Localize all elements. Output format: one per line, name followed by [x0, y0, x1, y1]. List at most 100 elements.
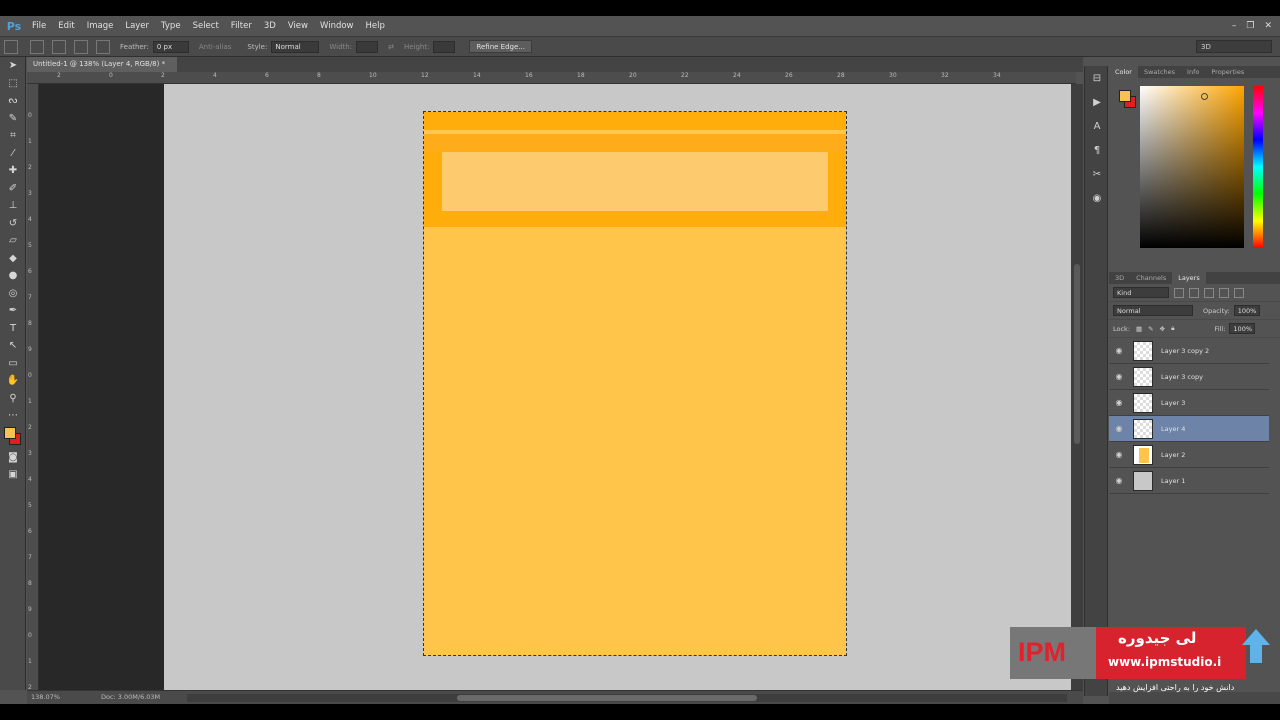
type-tool-icon[interactable]: T [0, 320, 26, 338]
lasso-tool-icon[interactable]: ᔓ [0, 92, 26, 110]
smart-object-filter-icon[interactable] [1234, 287, 1244, 298]
brush-tool-icon[interactable]: ✐ [0, 180, 26, 198]
tab-properties[interactable]: Properties [1205, 66, 1250, 78]
tool-presets-icon[interactable]: ✂ [1085, 162, 1109, 186]
vertical-scrollbar[interactable] [1071, 84, 1083, 690]
width-input[interactable] [356, 40, 379, 53]
tab-info[interactable]: Info [1181, 66, 1205, 78]
menu-layer[interactable]: Layer [121, 16, 157, 36]
lock-all-icon[interactable]: 🔒︎ [1171, 324, 1174, 333]
tab-channels[interactable]: Channels [1130, 272, 1172, 284]
move-tool-icon[interactable]: ➤ [0, 57, 26, 75]
lock-pixels-icon[interactable]: ✎ [1148, 325, 1153, 333]
layer-name[interactable]: Layer 3 [1161, 399, 1185, 407]
zoom-level[interactable]: 138.07% [31, 693, 60, 701]
hand-tool-icon[interactable]: ✋ [0, 372, 26, 390]
tab-layers[interactable]: Layers [1172, 272, 1206, 284]
horizontal-scroll-thumb[interactable] [457, 695, 757, 701]
pen-tool-icon[interactable]: ✒ [0, 302, 26, 320]
hue-slider[interactable] [1253, 86, 1263, 248]
eraser-tool-icon[interactable]: ▱ [0, 232, 26, 250]
layer-name[interactable]: Layer 4 [1161, 425, 1185, 433]
history-panel-icon[interactable]: ⊟ [1085, 66, 1109, 90]
screen-mode-icon[interactable]: ▣ [0, 466, 26, 484]
menu-help[interactable]: Help [362, 16, 393, 36]
close-icon[interactable]: ✕ [1264, 21, 1272, 31]
horizontal-ruler[interactable]: 2 0 2 4 6 8 10 12 14 16 18 20 22 24 26 28 30 32 34 [27, 72, 1076, 84]
more-tools-icon[interactable]: ⋯ [0, 407, 26, 425]
menu-file[interactable]: File [28, 16, 54, 36]
paragraph-panel-icon[interactable]: ¶ [1085, 138, 1109, 162]
style-select[interactable]: Normal [271, 40, 320, 53]
menu-filter[interactable]: Filter [227, 16, 260, 36]
menu-image[interactable]: Image [83, 16, 122, 36]
layer-name[interactable]: Layer 3 copy 2 [1161, 347, 1209, 355]
eyedropper-tool-icon[interactable]: ⁄ [0, 145, 26, 163]
vertical-scroll-thumb[interactable] [1074, 264, 1080, 444]
antialias-checkbox[interactable]: Anti-alias [199, 43, 232, 51]
doc-size[interactable]: Doc: 3.00M/6.03M [101, 693, 160, 701]
layer-name[interactable]: Layer 3 copy [1161, 373, 1203, 381]
quick-select-tool-icon[interactable]: ✎ [0, 110, 26, 128]
layer-filter-select[interactable]: Kind [1113, 287, 1169, 298]
refine-edge-button[interactable]: Refine Edge... [469, 40, 532, 53]
tab-swatches[interactable]: Swatches [1138, 66, 1181, 78]
new-selection-icon[interactable] [30, 39, 44, 54]
foreground-color-swatch[interactable] [4, 426, 16, 439]
tab-color[interactable]: Color [1109, 66, 1138, 78]
layer-item[interactable]: ◉ Layer 2 [1109, 442, 1269, 468]
dodge-tool-icon[interactable]: ◎ [0, 285, 26, 303]
visibility-eye-icon[interactable]: ◉ [1109, 424, 1129, 433]
layer-item[interactable]: ◉ Layer 3 copy [1109, 364, 1269, 390]
lock-transparent-icon[interactable]: ▦ [1136, 325, 1142, 333]
document-canvas[interactable] [423, 111, 847, 656]
tab-3d[interactable]: 3D [1109, 272, 1130, 284]
type-filter-icon[interactable] [1204, 287, 1214, 298]
menu-view[interactable]: View [284, 16, 316, 36]
blur-tool-icon[interactable]: ● [0, 267, 26, 285]
feather-input[interactable]: 0 px [152, 40, 189, 53]
menu-edit[interactable]: Edit [54, 16, 82, 36]
vertical-ruler[interactable]: 01234567890123456789012 [27, 84, 39, 691]
subtract-selection-icon[interactable] [74, 39, 88, 54]
pixel-filter-icon[interactable] [1174, 287, 1184, 298]
layer-item-selected[interactable]: ◉ Layer 4 [1109, 416, 1269, 442]
visibility-eye-icon[interactable]: ◉ [1109, 346, 1129, 355]
intersect-selection-icon[interactable] [96, 39, 110, 54]
crop-tool-icon[interactable]: ⌗ [0, 127, 26, 145]
actions-panel-icon[interactable]: ▶ [1085, 90, 1109, 114]
layer-name[interactable]: Layer 2 [1161, 451, 1185, 459]
menu-3d[interactable]: 3D [260, 16, 284, 36]
visibility-eye-icon[interactable]: ◉ [1109, 398, 1129, 407]
path-select-tool-icon[interactable]: ↖ [0, 337, 26, 355]
color-panel-foreground-swatch[interactable] [1119, 90, 1131, 102]
layer-item[interactable]: ◉ Layer 3 [1109, 390, 1269, 416]
document-tab[interactable]: Untitled-1 @ 138% (Layer 4, RGB/8) * × [27, 57, 177, 83]
rectangle-tool-icon[interactable]: ▭ [0, 355, 26, 373]
layer-name[interactable]: Layer 1 [1161, 477, 1185, 485]
shape-filter-icon[interactable] [1219, 287, 1229, 298]
opacity-input[interactable]: 100% [1233, 305, 1260, 316]
add-selection-icon[interactable] [52, 39, 66, 54]
zoom-tool-icon[interactable]: ⚲ [0, 390, 26, 408]
paint-bucket-tool-icon[interactable]: ◆ [0, 250, 26, 268]
quick-mask-icon[interactable]: ◙ [0, 449, 26, 467]
layer-item[interactable]: ◉ Layer 1 [1109, 468, 1269, 494]
character-panel-icon[interactable]: A [1085, 114, 1109, 138]
menu-type[interactable]: Type [157, 16, 189, 36]
color-swatches[interactable] [0, 425, 26, 449]
minimize-icon[interactable]: – [1232, 21, 1237, 31]
menu-window[interactable]: Window [316, 16, 362, 36]
lock-position-icon[interactable]: ✥ [1160, 325, 1165, 333]
adjustment-filter-icon[interactable] [1189, 287, 1199, 298]
layer-item[interactable]: ◉ Layer 3 copy 2 [1109, 338, 1269, 364]
menu-select[interactable]: Select [189, 16, 227, 36]
brushes-panel-icon[interactable]: ◉ [1085, 186, 1109, 210]
restore-icon[interactable]: ❐ [1246, 21, 1254, 31]
visibility-eye-icon[interactable]: ◉ [1109, 476, 1129, 485]
marquee-preset-icon[interactable] [4, 39, 18, 54]
visibility-eye-icon[interactable]: ◉ [1109, 450, 1129, 459]
color-picker-cursor[interactable] [1201, 93, 1208, 100]
workspace-select[interactable]: 3D [1196, 40, 1272, 53]
marquee-tool-icon[interactable]: ⬚ [0, 75, 26, 93]
